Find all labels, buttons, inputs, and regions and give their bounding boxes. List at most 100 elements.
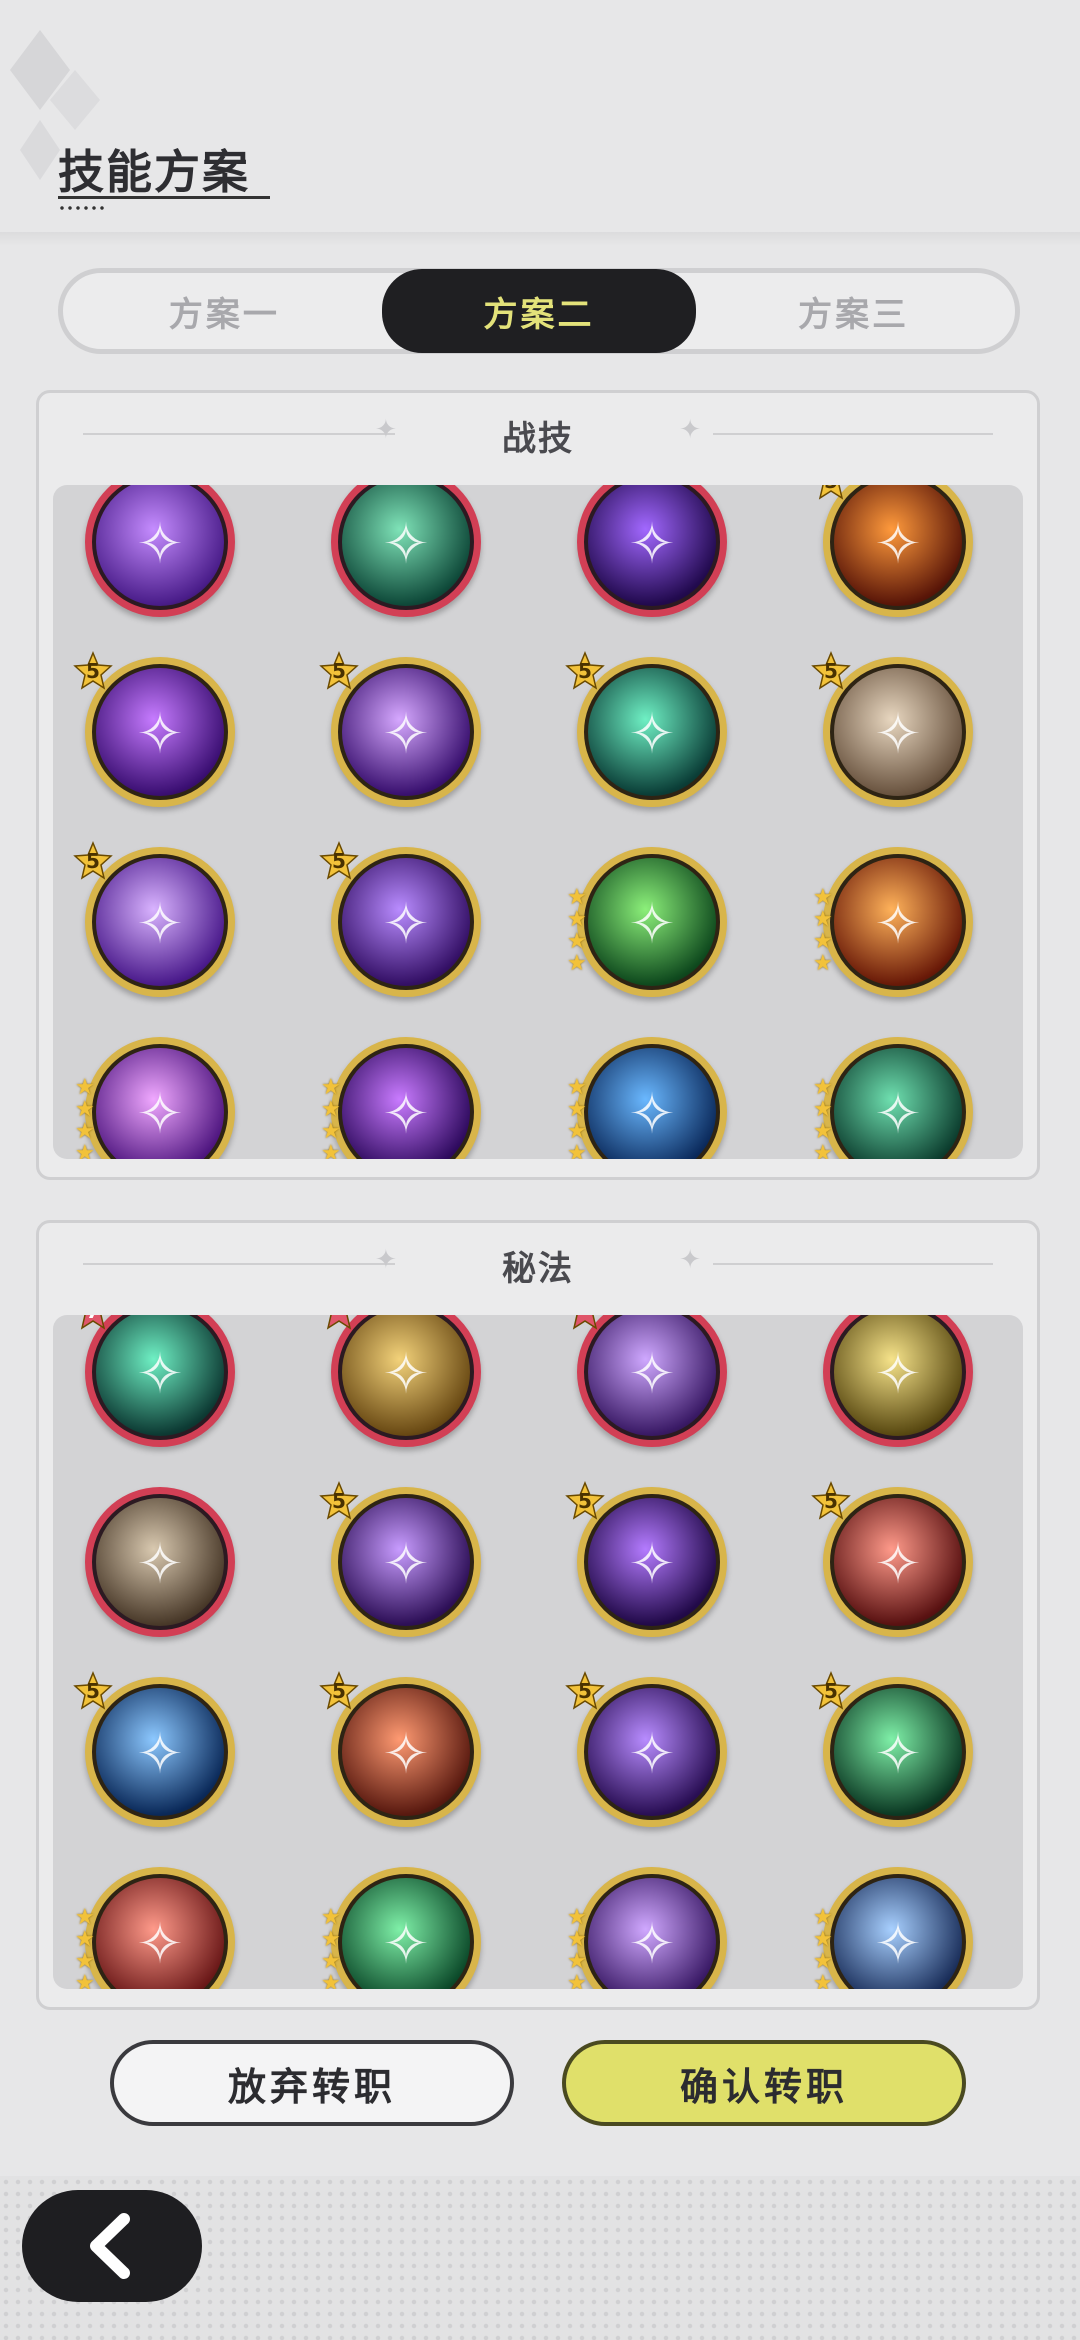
icon-glyph: ✧ xyxy=(136,702,184,767)
star-rating: ★ ★ ★ ★ xyxy=(567,1907,593,1990)
star-rating: ★ ★ ★ ★ xyxy=(567,1077,593,1160)
purple-eye-icon: ✧ xyxy=(577,1315,727,1447)
header-divider xyxy=(0,232,1080,246)
confirm-class-change-button[interactable]: 确认转职 xyxy=(562,2040,966,2126)
badge-number: 5 xyxy=(86,849,100,873)
purple-portal-icon: ✧ xyxy=(577,1867,727,1989)
star-icon: ★ xyxy=(321,1119,341,1144)
icon-art: ✧ xyxy=(342,1048,470,1159)
icon-glyph: ✧ xyxy=(136,1532,184,1597)
icon-glyph: ✧ xyxy=(382,1082,430,1147)
skill-slot[interactable]: ✧ ★ ★ ★ ★ xyxy=(813,1037,973,1159)
level-badge: 5 xyxy=(811,485,851,501)
abandon-class-change-button[interactable]: 放弃转职 xyxy=(110,2040,514,2126)
star-icon: ★ xyxy=(813,1141,833,1160)
icon-art: ✧ xyxy=(342,1315,470,1436)
skill-slot[interactable]: ✧5 xyxy=(565,651,727,807)
skill-slot[interactable]: ✧5 xyxy=(811,1481,973,1637)
tab-plan-2[interactable]: 方案二 xyxy=(381,269,697,353)
skill-slot[interactable]: ✧ xyxy=(572,1315,727,1447)
skill-slot[interactable]: ✧ xyxy=(823,1315,973,1447)
skill-slot[interactable]: ✧ ★ ★ ★ ★ xyxy=(75,1867,235,1989)
star-icon: ★ xyxy=(813,907,833,932)
icon-art: ✧ xyxy=(588,485,716,606)
skill-slot[interactable]: ✧5 xyxy=(319,651,481,807)
skill-slot[interactable]: ✧ xyxy=(577,485,727,617)
star-rating: ★ ★ ★ ★ xyxy=(75,1907,101,1990)
icon-art: ✧ xyxy=(342,668,470,796)
secrets-panel-header: ✦ 秘法 ✦ xyxy=(39,1223,1037,1307)
icon-art: ✧ xyxy=(588,1315,716,1436)
skill-slot[interactable]: ✧5 xyxy=(319,1671,481,1827)
badge-number: 5 xyxy=(86,1679,100,1703)
icon-art: ✧ xyxy=(834,1315,962,1436)
sparkle-icon: ✦ xyxy=(679,1245,701,1275)
skill-slot[interactable]: ✧ xyxy=(85,1487,235,1637)
skill-slot[interactable]: ✧5 xyxy=(319,1481,481,1637)
skill-slot[interactable]: ✧5 xyxy=(811,1671,973,1827)
icon-glyph: ✧ xyxy=(382,892,430,957)
fire-swirl-icon: ✧ xyxy=(823,485,973,617)
skill-slot[interactable]: ✧5 xyxy=(818,485,973,617)
icon-glyph: ✧ xyxy=(382,702,430,767)
skill-slot[interactable]: ✧ ★ ★ ★ ★ xyxy=(813,847,973,997)
skill-slot[interactable]: ✧ ★ ★ ★ ★ xyxy=(75,1037,235,1159)
icon-glyph: ✧ xyxy=(874,1532,922,1597)
star-rating: ★ ★ ★ ★ xyxy=(813,1077,839,1160)
red-storm-icon: ✧ xyxy=(85,1867,235,1989)
star-icon: ★ xyxy=(813,951,833,976)
skill-slot[interactable]: ✧ ★ ★ ★ ★ xyxy=(321,1037,481,1159)
star-icon: ★ xyxy=(75,1075,95,1100)
star-icon: ★ xyxy=(813,1905,833,1930)
icon-glyph: ✧ xyxy=(136,1342,184,1407)
skill-slot[interactable]: ✧5 xyxy=(811,651,973,807)
skill-slot[interactable]: ✧5 xyxy=(319,841,481,997)
skill-slot[interactable]: ✧5 xyxy=(565,1671,727,1827)
skill-slot[interactable]: ✧ ★ ★ ★ ★ xyxy=(813,1867,973,1989)
icon-art: ✧ xyxy=(588,1048,716,1159)
badge-number: 5 xyxy=(824,659,838,683)
skill-slot[interactable]: ✧ ★ ★ ★ ★ xyxy=(567,847,727,997)
gold-figure-icon: ✧ xyxy=(331,1315,481,1447)
icon-glyph: ✧ xyxy=(628,512,676,577)
icon-art: ✧ xyxy=(96,1048,224,1159)
icon-glyph: ✧ xyxy=(874,512,922,577)
icon-glyph: ✧ xyxy=(382,1722,430,1787)
icon-glyph: ✧ xyxy=(382,1912,430,1977)
icon-glyph: ✧ xyxy=(136,512,184,577)
icon-art: ✧ xyxy=(96,1688,224,1816)
skill-slot[interactable]: ✧ ★ ★ ★ ★ xyxy=(567,1037,727,1159)
level-badge: 5 xyxy=(73,651,113,691)
icon-art: ✧ xyxy=(342,1498,470,1626)
skill-slot[interactable]: ✧7 xyxy=(80,1315,235,1447)
chevron-left-icon xyxy=(90,2213,130,2279)
skill-slot[interactable]: ✧5 xyxy=(73,651,235,807)
skill-slot[interactable]: ✧ xyxy=(85,485,235,617)
skill-slot[interactable]: ✧ ★ ★ ★ ★ xyxy=(321,1867,481,1989)
star-icon: ★ xyxy=(75,1949,95,1974)
icon-art: ✧ xyxy=(834,668,962,796)
star-icon: ★ xyxy=(813,1971,833,1990)
star-icon: ★ xyxy=(75,1927,95,1952)
icon-art: ✧ xyxy=(96,668,224,796)
skill-slot[interactable]: ✧5 xyxy=(73,1671,235,1827)
tab-plan-1[interactable]: 方案一 xyxy=(67,273,382,349)
icon-art: ✧ xyxy=(96,1315,224,1436)
icon-art: ✧ xyxy=(342,485,470,606)
back-button[interactable] xyxy=(22,2190,202,2302)
skill-slot[interactable]: ✧5 xyxy=(565,1481,727,1637)
tab-plan-3[interactable]: 方案三 xyxy=(696,273,1011,349)
fire-wolf-icon: ✧ xyxy=(823,847,973,997)
star-icon: ★ xyxy=(75,1141,95,1160)
badge-number: 5 xyxy=(811,485,851,493)
badge-number: 5 xyxy=(578,1489,592,1513)
skill-slot[interactable]: ✧ ★ ★ ★ ★ xyxy=(567,1867,727,1989)
badge-number: 7 xyxy=(73,1315,113,1323)
icon-art: ✧ xyxy=(342,1878,470,1989)
level-badge: 5 xyxy=(565,651,605,691)
icon-art: ✧ xyxy=(588,1878,716,1989)
skill-slot[interactable]: ✧5 xyxy=(73,841,235,997)
skill-slot[interactable]: ✧ xyxy=(331,485,481,617)
skill-slot[interactable]: ✧ xyxy=(326,1315,481,1447)
icon-glyph: ✧ xyxy=(136,1912,184,1977)
